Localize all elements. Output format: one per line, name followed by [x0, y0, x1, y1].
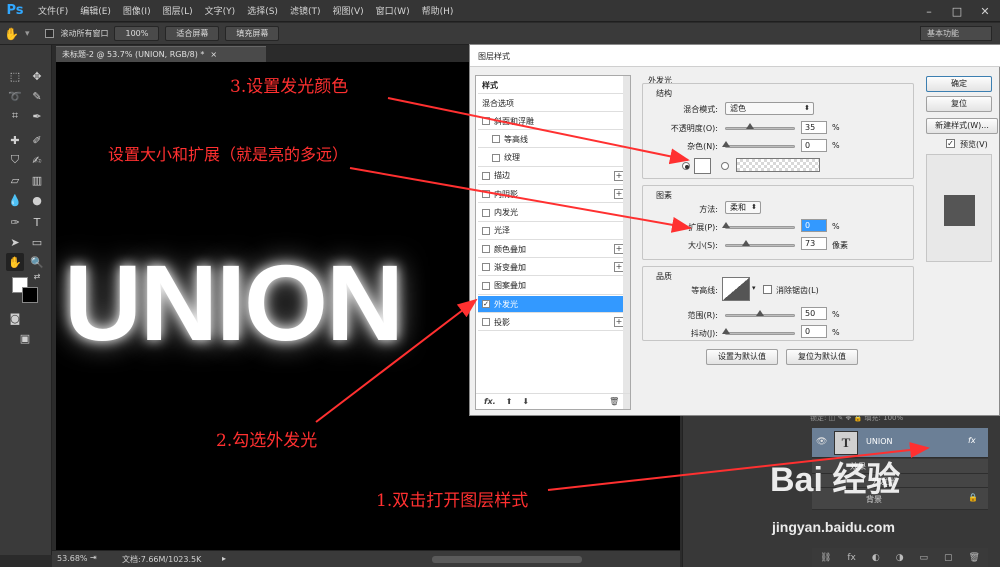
annotation-size-spread: 设置大小和扩展（就是亮的多远）	[108, 145, 349, 164]
arrow-to-outer-glow	[315, 298, 478, 423]
annotation-step2: 2.勾选外发光	[216, 431, 318, 451]
annotation-step1: 1.双击打开图层样式	[376, 491, 529, 511]
baidu-watermark-logo: Bai 经验	[770, 461, 901, 499]
baidu-watermark-url: jingyan.baidu.com	[772, 519, 895, 535]
annotation-step3: 3.设置发光颜色	[230, 77, 349, 97]
arrow-to-color	[387, 97, 690, 165]
arrow-to-spread	[349, 167, 692, 233]
